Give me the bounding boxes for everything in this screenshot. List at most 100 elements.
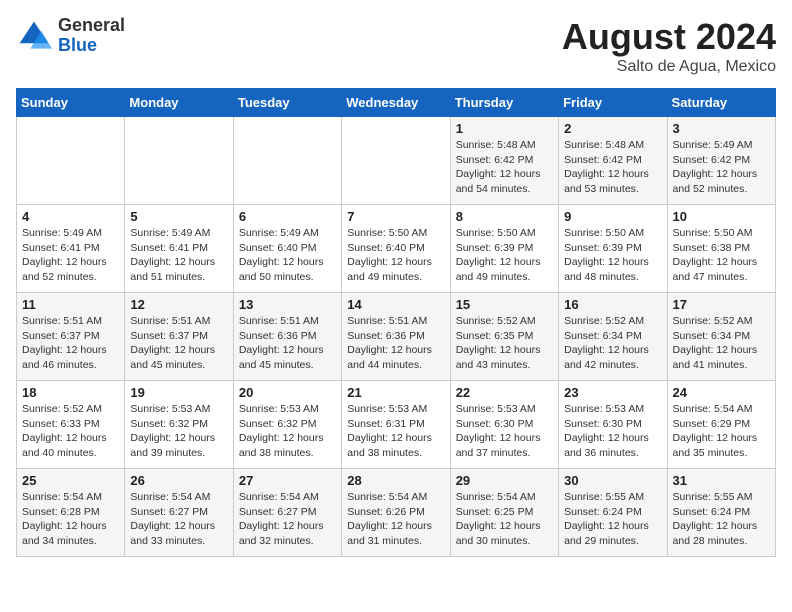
day-details: Sunrise: 5:54 AM Sunset: 6:27 PM Dayligh…	[239, 490, 336, 549]
table-cell: 21Sunrise: 5:53 AM Sunset: 6:31 PM Dayli…	[342, 381, 450, 469]
day-number: 19	[130, 385, 227, 400]
day-number: 18	[22, 385, 119, 400]
day-details: Sunrise: 5:48 AM Sunset: 6:42 PM Dayligh…	[564, 138, 661, 197]
table-cell: 3 Sunrise: 5:49 AM Sunset: 6:42 PM Daylig…	[667, 117, 775, 205]
table-cell: 11Sunrise: 5:51 AM Sunset: 6:37 PM Dayli…	[17, 293, 125, 381]
day-number: 14	[347, 297, 444, 312]
header-wednesday: Wednesday	[342, 89, 450, 117]
day-details: Sunrise: 5:49 AM Sunset: 6:42 PM Dayligh…	[673, 138, 770, 197]
logo-text: General Blue	[58, 16, 125, 56]
header-tuesday: Tuesday	[233, 89, 341, 117]
table-cell: 14 Sunrise: 5:51 AM Sunset: 6:36 PM Dayli…	[342, 293, 450, 381]
day-details: Sunrise: 5:52 AM Sunset: 6:34 PM Dayligh…	[564, 314, 661, 373]
header-friday: Friday	[559, 89, 667, 117]
logo-icon	[16, 18, 52, 54]
day-number: 28	[347, 473, 444, 488]
day-details: Sunrise: 5:53 AM Sunset: 6:30 PM Dayligh…	[564, 402, 661, 461]
day-number: 1	[456, 121, 553, 136]
day-details: Sunrise: 5:54 AM Sunset: 6:28 PM Dayligh…	[22, 490, 119, 549]
day-number: 11	[22, 297, 119, 312]
day-number: 31	[673, 473, 770, 488]
table-cell: 7 Sunrise: 5:50 AM Sunset: 6:40 PM Daylig…	[342, 205, 450, 293]
day-number: 22	[456, 385, 553, 400]
title-block: August 2024 Salto de Agua, Mexico	[562, 16, 776, 76]
day-number: 16	[564, 297, 661, 312]
day-details: Sunrise: 5:51 AM Sunset: 6:37 PM Dayligh…	[130, 314, 227, 373]
table-cell: 13 Sunrise: 5:51 AM Sunset: 6:36 PM Dayli…	[233, 293, 341, 381]
day-details: Sunrise: 5:51 AM Sunset: 6:36 PM Dayligh…	[347, 314, 444, 373]
table-cell: 5 Sunrise: 5:49 AM Sunset: 6:41 PM Daylig…	[125, 205, 233, 293]
table-cell: 28 Sunrise: 5:54 AM Sunset: 6:26 PM Dayli…	[342, 469, 450, 557]
day-details: Sunrise: 5:49 AM Sunset: 6:40 PM Dayligh…	[239, 226, 336, 285]
day-details: Sunrise: 5:50 AM Sunset: 6:39 PM Dayligh…	[564, 226, 661, 285]
day-number: 7	[347, 209, 444, 224]
table-cell: 22 Sunrise: 5:53 AM Sunset: 6:30 PM Dayli…	[450, 381, 558, 469]
table-cell: 1 Sunrise: 5:48 AM Sunset: 6:42 PM Daylig…	[450, 117, 558, 205]
table-cell: 10 Sunrise: 5:50 AM Sunset: 6:38 PM Dayli…	[667, 205, 775, 293]
table-cell: 29Sunrise: 5:54 AM Sunset: 6:25 PM Dayli…	[450, 469, 558, 557]
day-number: 26	[130, 473, 227, 488]
day-number: 12	[130, 297, 227, 312]
day-details: Sunrise: 5:53 AM Sunset: 6:32 PM Dayligh…	[130, 402, 227, 461]
month-year: August 2024	[562, 16, 776, 58]
table-cell: 9 Sunrise: 5:50 AM Sunset: 6:39 PM Daylig…	[559, 205, 667, 293]
day-details: Sunrise: 5:50 AM Sunset: 6:38 PM Dayligh…	[673, 226, 770, 285]
day-details: Sunrise: 5:48 AM Sunset: 6:42 PM Dayligh…	[456, 138, 553, 197]
table-cell: 8Sunrise: 5:50 AM Sunset: 6:39 PM Daylig…	[450, 205, 558, 293]
day-details: Sunrise: 5:52 AM Sunset: 6:34 PM Dayligh…	[673, 314, 770, 373]
day-details: Sunrise: 5:53 AM Sunset: 6:32 PM Dayligh…	[239, 402, 336, 461]
table-cell: 16 Sunrise: 5:52 AM Sunset: 6:34 PM Dayli…	[559, 293, 667, 381]
day-number: 13	[239, 297, 336, 312]
table-cell: 12 Sunrise: 5:51 AM Sunset: 6:37 PM Dayli…	[125, 293, 233, 381]
day-number: 17	[673, 297, 770, 312]
day-number: 15	[456, 297, 553, 312]
day-number: 5	[130, 209, 227, 224]
day-number: 10	[673, 209, 770, 224]
table-cell: 23 Sunrise: 5:53 AM Sunset: 6:30 PM Dayli…	[559, 381, 667, 469]
calendar-body: 1 Sunrise: 5:48 AM Sunset: 6:42 PM Daylig…	[17, 117, 776, 557]
table-cell: 26 Sunrise: 5:54 AM Sunset: 6:27 PM Dayli…	[125, 469, 233, 557]
table-cell: 20 Sunrise: 5:53 AM Sunset: 6:32 PM Dayli…	[233, 381, 341, 469]
day-number: 20	[239, 385, 336, 400]
day-details: Sunrise: 5:55 AM Sunset: 6:24 PM Dayligh…	[673, 490, 770, 549]
day-details: Sunrise: 5:53 AM Sunset: 6:30 PM Dayligh…	[456, 402, 553, 461]
day-details: Sunrise: 5:50 AM Sunset: 6:39 PM Dayligh…	[456, 226, 553, 285]
table-cell: 31 Sunrise: 5:55 AM Sunset: 6:24 PM Dayli…	[667, 469, 775, 557]
day-number: 25	[22, 473, 119, 488]
day-number: 6	[239, 209, 336, 224]
table-cell: 17 Sunrise: 5:52 AM Sunset: 6:34 PM Dayli…	[667, 293, 775, 381]
location: Salto de Agua, Mexico	[562, 58, 776, 76]
day-details: Sunrise: 5:53 AM Sunset: 6:31 PM Dayligh…	[347, 402, 444, 461]
logo: General Blue	[16, 16, 125, 56]
table-cell	[125, 117, 233, 205]
header-sunday: Sunday	[17, 89, 125, 117]
day-number: 24	[673, 385, 770, 400]
day-details: Sunrise: 5:54 AM Sunset: 6:25 PM Dayligh…	[456, 490, 553, 549]
table-cell: 19 Sunrise: 5:53 AM Sunset: 6:32 PM Dayli…	[125, 381, 233, 469]
day-details: Sunrise: 5:54 AM Sunset: 6:27 PM Dayligh…	[130, 490, 227, 549]
table-cell: 27Sunrise: 5:54 AM Sunset: 6:27 PM Dayli…	[233, 469, 341, 557]
day-details: Sunrise: 5:49 AM Sunset: 6:41 PM Dayligh…	[22, 226, 119, 285]
day-number: 9	[564, 209, 661, 224]
day-details: Sunrise: 5:55 AM Sunset: 6:24 PM Dayligh…	[564, 490, 661, 549]
table-cell: 18 Sunrise: 5:52 AM Sunset: 6:33 PM Dayli…	[17, 381, 125, 469]
table-cell	[233, 117, 341, 205]
day-details: Sunrise: 5:52 AM Sunset: 6:33 PM Dayligh…	[22, 402, 119, 461]
table-cell: 30 Sunrise: 5:55 AM Sunset: 6:24 PM Dayli…	[559, 469, 667, 557]
day-number: 3	[673, 121, 770, 136]
table-cell: 2Sunrise: 5:48 AM Sunset: 6:42 PM Daylig…	[559, 117, 667, 205]
day-number: 23	[564, 385, 661, 400]
day-number: 30	[564, 473, 661, 488]
header-saturday: Saturday	[667, 89, 775, 117]
calendar-table: Sunday Monday Tuesday Wednesday Thursday…	[16, 88, 776, 557]
day-details: Sunrise: 5:51 AM Sunset: 6:36 PM Dayligh…	[239, 314, 336, 373]
table-cell	[342, 117, 450, 205]
table-cell: 25 Sunrise: 5:54 AM Sunset: 6:28 PM Dayli…	[17, 469, 125, 557]
calendar-header: Sunday Monday Tuesday Wednesday Thursday…	[17, 89, 776, 117]
day-details: Sunrise: 5:54 AM Sunset: 6:29 PM Dayligh…	[673, 402, 770, 461]
day-details: Sunrise: 5:49 AM Sunset: 6:41 PM Dayligh…	[130, 226, 227, 285]
day-details: Sunrise: 5:54 AM Sunset: 6:26 PM Dayligh…	[347, 490, 444, 549]
page-header: General Blue August 2024 Salto de Agua, …	[16, 16, 776, 76]
table-cell: 24 Sunrise: 5:54 AM Sunset: 6:29 PM Dayli…	[667, 381, 775, 469]
day-details: Sunrise: 5:50 AM Sunset: 6:40 PM Dayligh…	[347, 226, 444, 285]
